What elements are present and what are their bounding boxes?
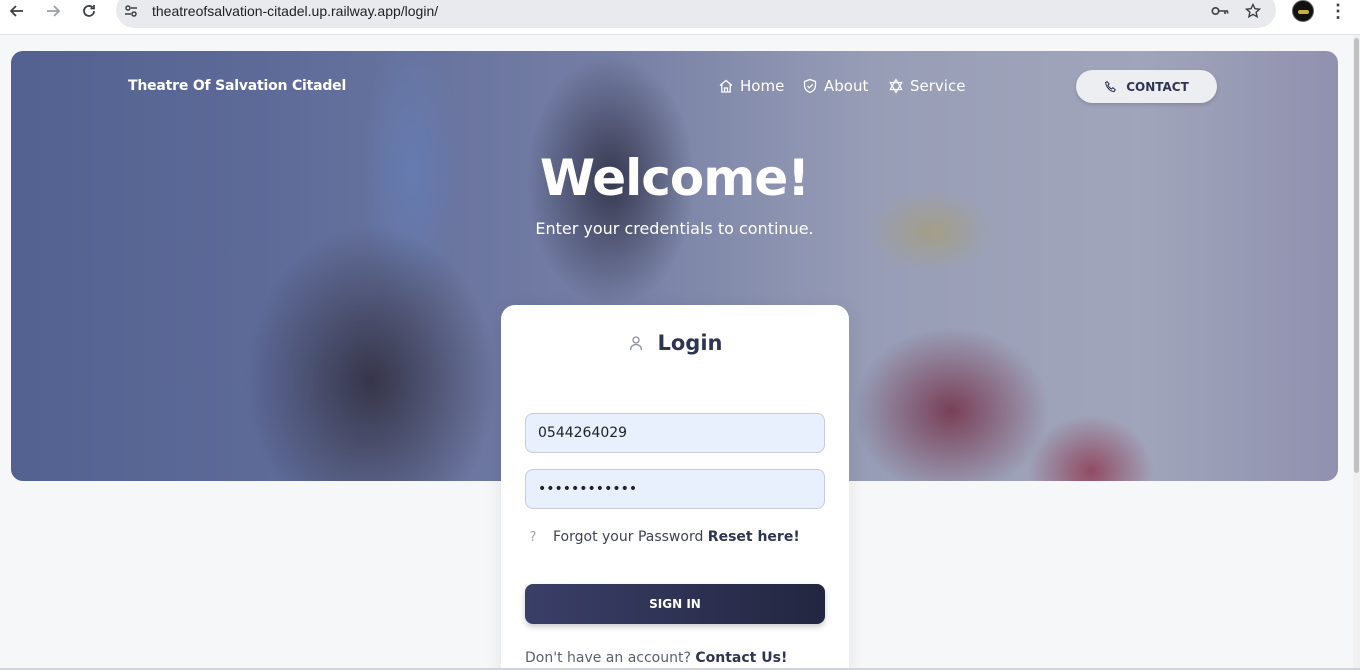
user-icon — [629, 336, 642, 351]
welcome-subtitle: Enter your credentials to continue. — [535, 219, 814, 238]
no-account-row: Don't have an account? Contact Us! — [525, 650, 787, 666]
home-icon — [719, 79, 733, 93]
sign-in-button[interactable]: SIGN IN — [525, 584, 825, 624]
login-title: Login — [657, 331, 723, 355]
url-text[interactable]: theatreofsalvation-citadel.up.railway.ap… — [152, 3, 438, 19]
bookmark-star-icon[interactable] — [1243, 2, 1263, 20]
username-input[interactable] — [525, 413, 825, 453]
login-card: Login ? Forgot your Password Reset here!… — [501, 305, 849, 670]
shield-icon — [803, 78, 817, 94]
contact-button-label: CONTACT — [1126, 79, 1189, 94]
star-of-david-icon — [889, 78, 903, 94]
password-input[interactable] — [525, 469, 825, 509]
site-settings-icon[interactable] — [122, 2, 140, 20]
nav-about-label: About — [824, 77, 869, 95]
reset-password-link[interactable]: Reset here! — [708, 529, 800, 545]
profile-avatar[interactable] — [1292, 0, 1314, 22]
forgot-password-text: Forgot your Password — [553, 529, 704, 545]
browser-menu-icon[interactable]: ⋮ — [1329, 0, 1347, 22]
brand-name[interactable]: Theatre Of Salvation Citadel — [128, 78, 346, 94]
nav-home-label: Home — [740, 77, 785, 95]
phone-icon — [1105, 80, 1117, 92]
key-icon[interactable] — [1210, 2, 1230, 20]
nav-home[interactable]: Home — [718, 77, 784, 95]
scrollbar-thumb[interactable] — [1354, 38, 1359, 473]
browser-toolbar: theatreofsalvation-citadel.up.railway.ap… — [0, 0, 1360, 35]
welcome-title: Welcome! — [539, 149, 810, 207]
nav-about[interactable]: About — [802, 77, 868, 95]
login-heading: Login — [501, 331, 849, 355]
reload-icon[interactable] — [77, 0, 101, 22]
back-icon[interactable] — [5, 0, 29, 22]
forward-icon[interactable] — [41, 0, 65, 22]
no-account-text: Don't have an account? — [525, 650, 691, 666]
forgot-password-row: ? Forgot your Password Reset here! — [527, 529, 800, 545]
nav-service[interactable]: Service — [888, 77, 965, 95]
question-icon: ? — [529, 529, 537, 545]
contact-button[interactable]: CONTACT — [1076, 70, 1217, 103]
contact-us-link[interactable]: Contact Us! — [695, 650, 787, 666]
nav-service-label: Service — [910, 77, 966, 95]
address-bar[interactable]: theatreofsalvation-citadel.up.railway.ap… — [116, 0, 1276, 28]
